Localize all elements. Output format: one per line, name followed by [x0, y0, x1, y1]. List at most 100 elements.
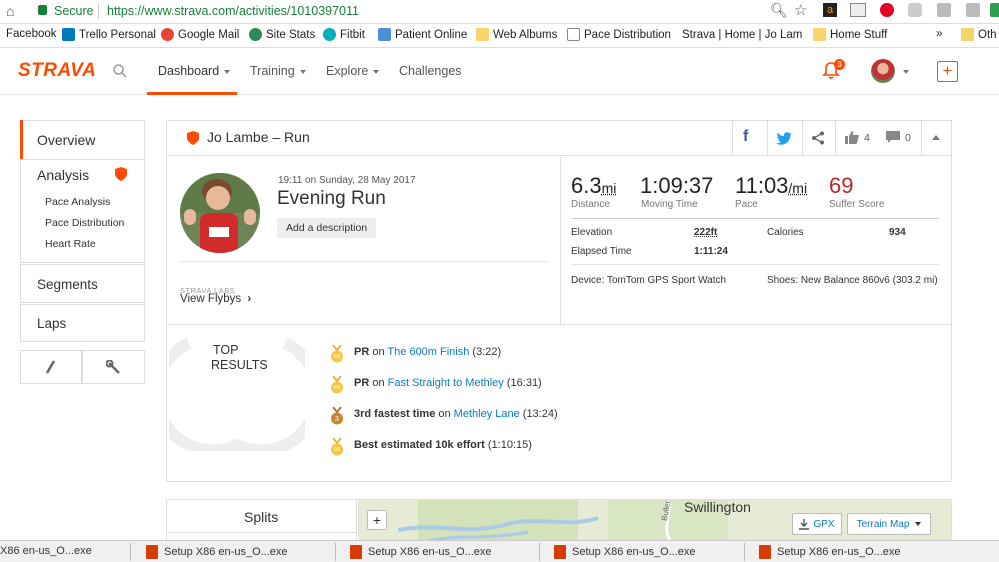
sidebar-item-analysis[interactable]: Analysis	[37, 167, 89, 183]
pr-medal-icon: PR	[330, 345, 344, 363]
facebook-share-icon[interactable]: f	[743, 128, 748, 146]
wrench-icon	[106, 360, 121, 375]
divider	[802, 121, 803, 156]
share-icon[interactable]	[811, 131, 825, 145]
edit-activity-button[interactable]	[20, 350, 82, 384]
gmail-extension-icon[interactable]	[850, 3, 866, 17]
stat-suffer-score[interactable]: 69	[829, 173, 853, 199]
splits-tab[interactable]: Splits	[167, 500, 357, 540]
result-connector: on	[435, 408, 453, 420]
folder-icon	[813, 28, 826, 41]
lock-icon	[38, 5, 47, 15]
activity-name[interactable]: Evening Run	[277, 188, 386, 210]
divider	[130, 543, 131, 561]
result-prefix: 3rd fastest time	[354, 408, 435, 420]
bookmark-google-mail[interactable]: Google Mail	[161, 28, 239, 41]
divider	[335, 543, 336, 561]
athlete-avatar[interactable]	[180, 173, 260, 253]
nav-dashboard[interactable]: Dashboard	[158, 64, 230, 78]
distance-label: Distance	[571, 199, 610, 210]
bookmark-home-stuff[interactable]: Home Stuff	[813, 28, 887, 41]
nav-challenges[interactable]: Challenges	[399, 64, 462, 78]
activity-card: Jo Lambe – Run f 4 0 19:11 on Sunday, 28…	[166, 120, 952, 482]
bookmark-fitbit[interactable]: Fitbit	[323, 28, 365, 41]
kudos-button[interactable]: 4	[845, 131, 870, 144]
sidebar-item-heart-rate[interactable]: Heart Rate	[45, 238, 96, 250]
sidebar-item-laps[interactable]: Laps	[20, 304, 145, 342]
avatar[interactable]	[871, 59, 895, 83]
segment-link[interactable]: Methley Lane	[454, 408, 520, 420]
upload-activity-button[interactable]: +	[937, 61, 958, 82]
extension-icon[interactable]	[990, 3, 999, 17]
bookmark-other[interactable]: Oth	[961, 28, 997, 41]
result-row: Best estimated 10k effort (1:10:15)	[354, 439, 532, 451]
pinterest-extension-icon[interactable]	[880, 3, 894, 17]
route-map[interactable]: Bullerthorpe Swillington + GPX Terrain M…	[358, 500, 952, 540]
segment-link[interactable]: Fast Straight to Methley	[388, 377, 504, 389]
extension-icon[interactable]	[966, 3, 980, 17]
bookmark-star-icon[interactable]: ☆	[794, 1, 807, 19]
divider	[835, 121, 836, 156]
divider	[21, 159, 144, 160]
bookmark-patient-online[interactable]: Patient Online	[378, 28, 467, 41]
map-type-select[interactable]: Terrain Map	[847, 513, 931, 535]
add-description-button[interactable]: Add a description	[277, 218, 376, 238]
divider	[571, 264, 939, 265]
pace-unit: /mi	[788, 180, 807, 196]
secure-label: Secure	[54, 4, 94, 18]
splits-label: Splits	[244, 509, 278, 525]
gpx-download-button[interactable]: GPX	[792, 513, 842, 535]
download-item[interactable]: Setup X86 en-us_O...exe	[759, 545, 901, 559]
bookmark-label: Web Albums	[493, 29, 557, 41]
nav-explore[interactable]: Explore	[326, 64, 379, 78]
svg-text:PR: PR	[334, 448, 341, 454]
sidebar-item-pace-distribution[interactable]: Pace Distribution	[45, 217, 124, 229]
download-item[interactable]: X86 en-us_O...exe	[0, 545, 92, 557]
view-flybys-link[interactable]: View Flybys ›	[180, 293, 251, 305]
photo-hand	[244, 209, 256, 225]
bookmark-facebook[interactable]: Facebook	[6, 28, 57, 40]
nav-training[interactable]: Training	[250, 64, 306, 78]
comment-button[interactable]: 0	[886, 131, 911, 144]
notifications-button[interactable]: 3	[822, 61, 840, 85]
extension-icon[interactable]	[908, 3, 922, 17]
home-icon[interactable]: ⌂	[6, 3, 14, 19]
bookmark-site-stats[interactable]: Site Stats	[249, 28, 315, 41]
bookmark-trello[interactable]: Trello Personal	[62, 28, 156, 41]
result-row: PR on The 600m Finish (3:22)	[354, 346, 501, 358]
bookmark-strava-home[interactable]: Strava | Home | Jo Lam	[678, 28, 802, 41]
amazon-extension-icon[interactable]: a	[823, 3, 837, 17]
office-icon	[759, 545, 771, 559]
strava-logo[interactable]: STRAVA	[18, 60, 96, 82]
sidebar-item-segments[interactable]: Segments	[20, 264, 145, 303]
divider	[98, 3, 99, 19]
chevron-up-icon[interactable]	[932, 135, 940, 140]
elevation-value: 222ft	[694, 227, 717, 238]
bookmark-web-albums[interactable]: Web Albums	[476, 28, 557, 41]
sidebar-item-overview[interactable]: Overview	[37, 132, 95, 148]
notification-badge: 3	[834, 59, 845, 70]
pr-medal-icon: PR	[330, 438, 344, 456]
chevron-down-icon[interactable]	[903, 70, 909, 74]
calories-value: 934	[889, 227, 906, 238]
download-item[interactable]: Setup X86 en-us_O...exe	[146, 545, 288, 559]
elapsed-time-value: 1:11:24	[694, 246, 728, 257]
bookmarks-bar: Facebook Trello Personal Google Mail Sit…	[0, 24, 999, 48]
map-zoom-in-button[interactable]: +	[367, 510, 387, 530]
search-icon[interactable]	[113, 64, 127, 78]
sidebar-item-pace-analysis[interactable]: Pace Analysis	[45, 196, 110, 208]
zoom-search-icon[interactable]: 🔍︎	[770, 2, 788, 19]
bookmark-label: Strava | Home | Jo Lam	[682, 29, 802, 41]
download-item[interactable]: Setup X86 en-us_O...exe	[554, 545, 696, 559]
activity-actions-button[interactable]	[82, 350, 145, 384]
extension-icon[interactable]	[937, 3, 951, 17]
bookmarks-overflow-button[interactable]: »	[936, 28, 942, 40]
url-field[interactable]: https://www.strava.com/activities/101039…	[107, 4, 359, 18]
download-item[interactable]: Setup X86 en-us_O...exe	[350, 545, 492, 559]
bookmark-pace-distribution[interactable]: Pace Distribution	[567, 28, 671, 41]
twitter-share-icon[interactable]	[776, 132, 792, 145]
bookmark-label: Patient Online	[395, 29, 467, 41]
download-filename: Setup X86 en-us_O...exe	[572, 546, 696, 558]
segment-link[interactable]: The 600m Finish	[387, 346, 469, 358]
download-shelf: X86 en-us_O...exe Setup X86 en-us_O...ex…	[0, 540, 999, 562]
